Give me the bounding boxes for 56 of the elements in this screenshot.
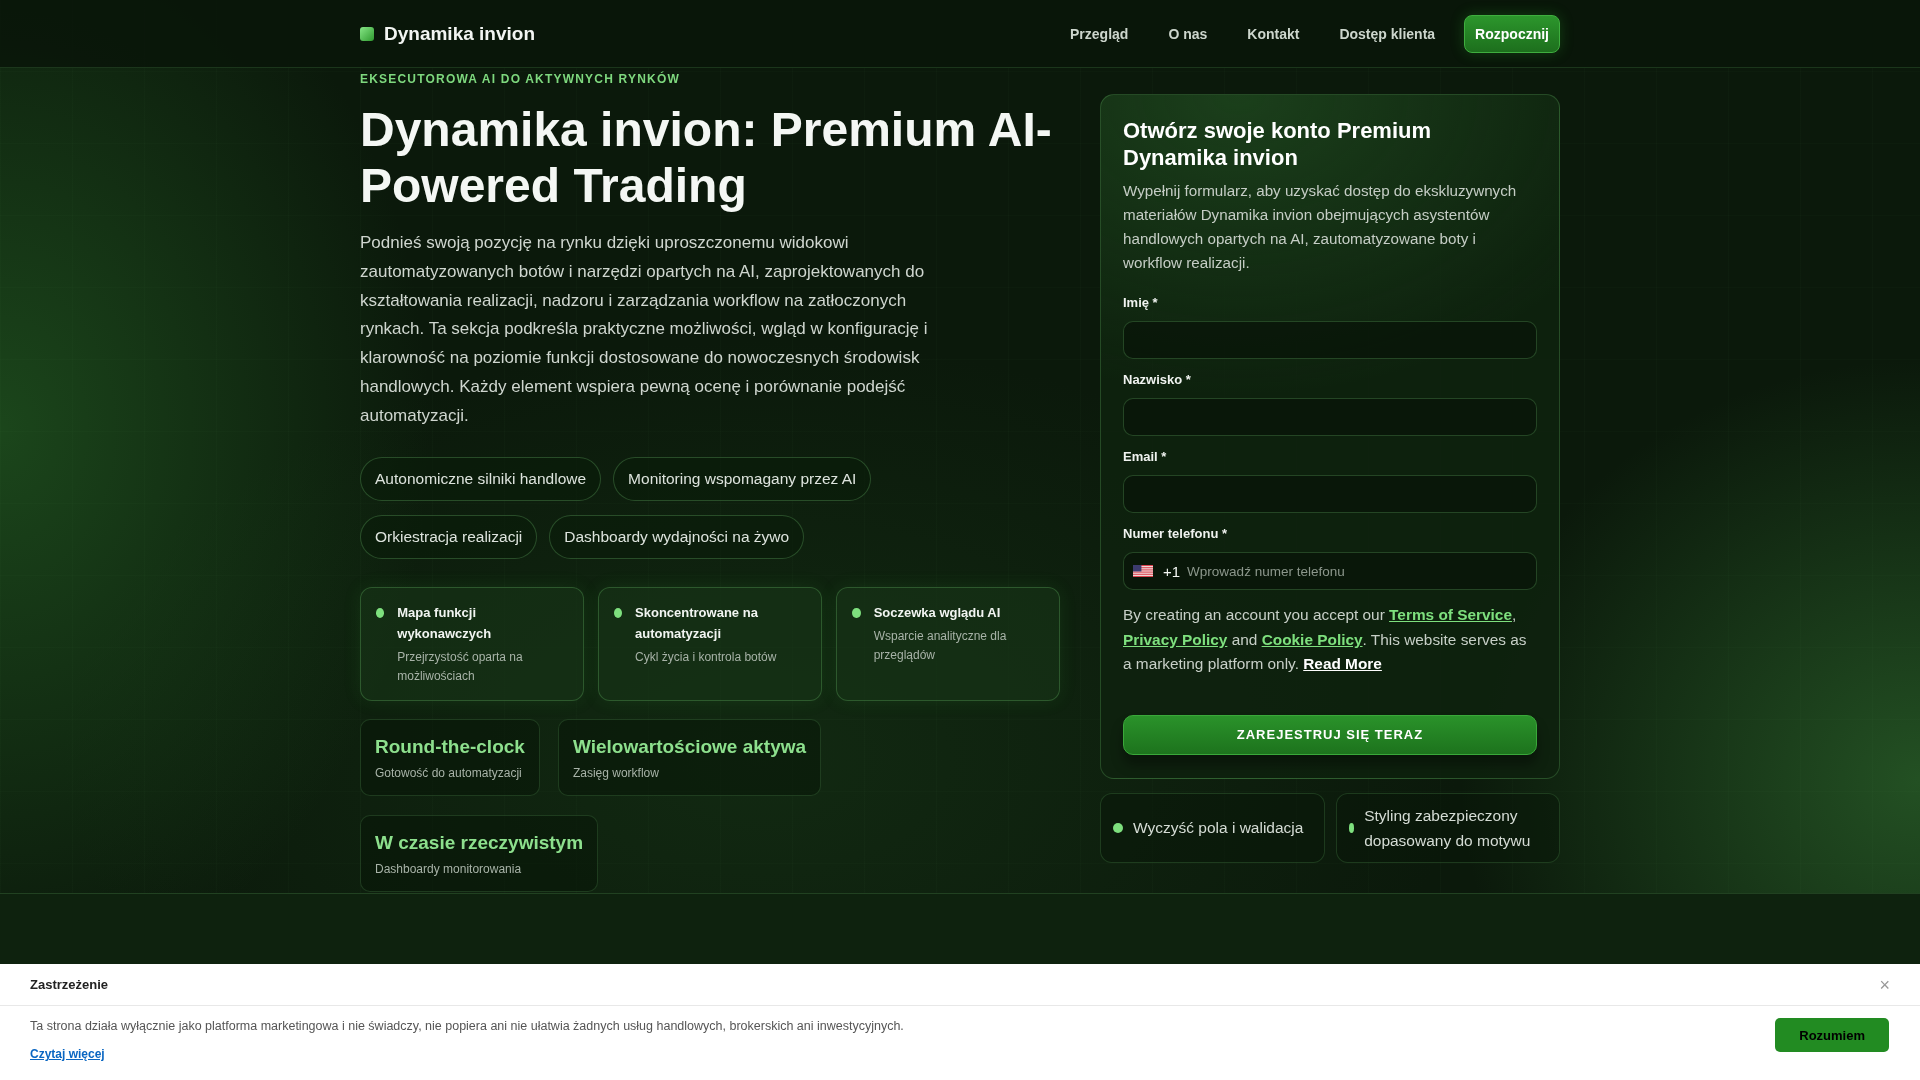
feature-title: Mapa funkcji wykonawczych [397,603,493,643]
read-more-link[interactable]: Read More [1303,655,1382,673]
feature-description: Wsparcie analityczne dla przeglądów [873,627,1008,664]
note-text: Styling zabezpieczony dopasowany do motywu [1364,805,1532,851]
eyebrow-text: EKSECUTOROWA AI DO AKTYWNYCH RYNKÓW [360,70,681,88]
feature-title: Soczewka wglądu AI [873,603,1002,622]
disclaimer-title: Zastrzeżenie [30,977,109,992]
field-label: Numer telefonu * [1123,526,1228,542]
read-more-link[interactable]: Czytaj więcej [30,1045,105,1063]
feature-tag: Orkiestracja realizacji [360,514,538,559]
phone-input-field[interactable]: +1 Wprowadź numer telefonu [1123,552,1537,590]
nav-link[interactable]: Kontakt [1236,17,1311,50]
policy-link[interactable]: Terms of Service [1389,606,1512,623]
flag-icon [1133,565,1153,577]
dial-code-text: +1 [1163,562,1181,580]
field-label: Imię * [1123,295,1159,311]
register-button[interactable]: ZAREJESTRUJ SIĘ TERAZ [1123,714,1537,755]
phone-number-input[interactable]: Wprowadź numer telefonu [1187,563,1527,579]
dot-icon [852,607,861,618]
feature-tag: Monitoring wspomagany przez AI [613,456,872,501]
nav-link[interactable]: O nas [1157,17,1219,50]
feature-tag: Autonomiczne silniki handlowe [360,456,602,501]
hero-description: Podnieś swoją pozycję na rynku dzięki uproszczonemu widokowi zautomatyzowanych botów i narzędzi opartych na AI, zaprojektowanych do kształtowania realizacji, nadzoru i zarządzania workflow na zatłoczonych rynkach. Ta sekcja podkreśla praktyczne możliwości, wgląd w konfigurację i klarowność na poziomie funkcji dostosowane do nowoczesnych środowisk handlowych. Każdy element wspiera pewną ocenę i porównanie podejść automatyzacji. [360,232,929,427]
hero-title: Dynamika invion: Premium AI-Powered Trading [360,102,1053,214]
stat-value: Wielowartościowe aktywa [572,734,807,759]
stat-label: Gotowość do automatyzacji [375,764,523,782]
stat-value: W czasie rzeczywistym [375,830,584,855]
dot-icon [1348,822,1355,833]
text-input-field[interactable] [1123,398,1537,436]
feature-title: Skoncentrowane na automatyzacji [635,603,759,643]
nav-link[interactable]: Dostęp klienta [1328,17,1447,50]
dot-icon [1113,822,1123,833]
stat-label: Zasięg workflow [572,764,660,782]
dot-icon [614,607,623,618]
feature-description: Przejrzystość oparta na możliwościach [397,648,524,685]
field-label: Email * [1123,449,1168,465]
feature-tag: Dashboardy wydajności na żywo [549,514,805,559]
accept-button[interactable]: Rozumiem [1775,1018,1889,1052]
text-input-field[interactable] [1123,321,1537,359]
stat-value: Round-the-clock [375,734,525,759]
field-label: Nazwisko * [1123,372,1192,388]
brand-link[interactable]: Dynamika invion [360,22,535,45]
note-text: Wyczyść pola i walidacja [1133,818,1304,839]
dot-icon [376,607,385,618]
form-description: Wypełnij formularz, aby uzyskać dostęp do ekskluzywnych materiałów Dynamika invion obejmujących asystentów handlowych opartych na AI, zautomatyzowane boty i workflow realizacji. [1123,181,1518,273]
disclaimer-text: Ta strona działa wyłącznie jako platforma marketingowa i nie świadczy, nie popiera ani nie ułatwia żadnych usług handlowych, brokerskich ani inwestycyjnych. [30,1018,904,1035]
stat-label: Dashboardy monitorowania [375,860,523,878]
terms-text: By creating an account you accept our Terms of Service, Privacy Policy and Cookie Policy. This website serves as a marketing platform only. Read More [1123,605,1528,675]
start-button[interactable]: Rozpocznij [1464,14,1560,53]
policy-link[interactable]: Privacy Policy [1123,630,1228,648]
feature-description: Cykl życia i kontrola botów [635,648,778,666]
policy-link[interactable]: Cookie Policy [1261,630,1363,648]
nav-link[interactable]: Przegląd [1059,17,1140,50]
email-input-field[interactable] [1123,475,1537,513]
square-logo-icon [360,26,374,41]
form-title: Otwórz swoje konto Premium Dynamika invion [1123,117,1433,171]
